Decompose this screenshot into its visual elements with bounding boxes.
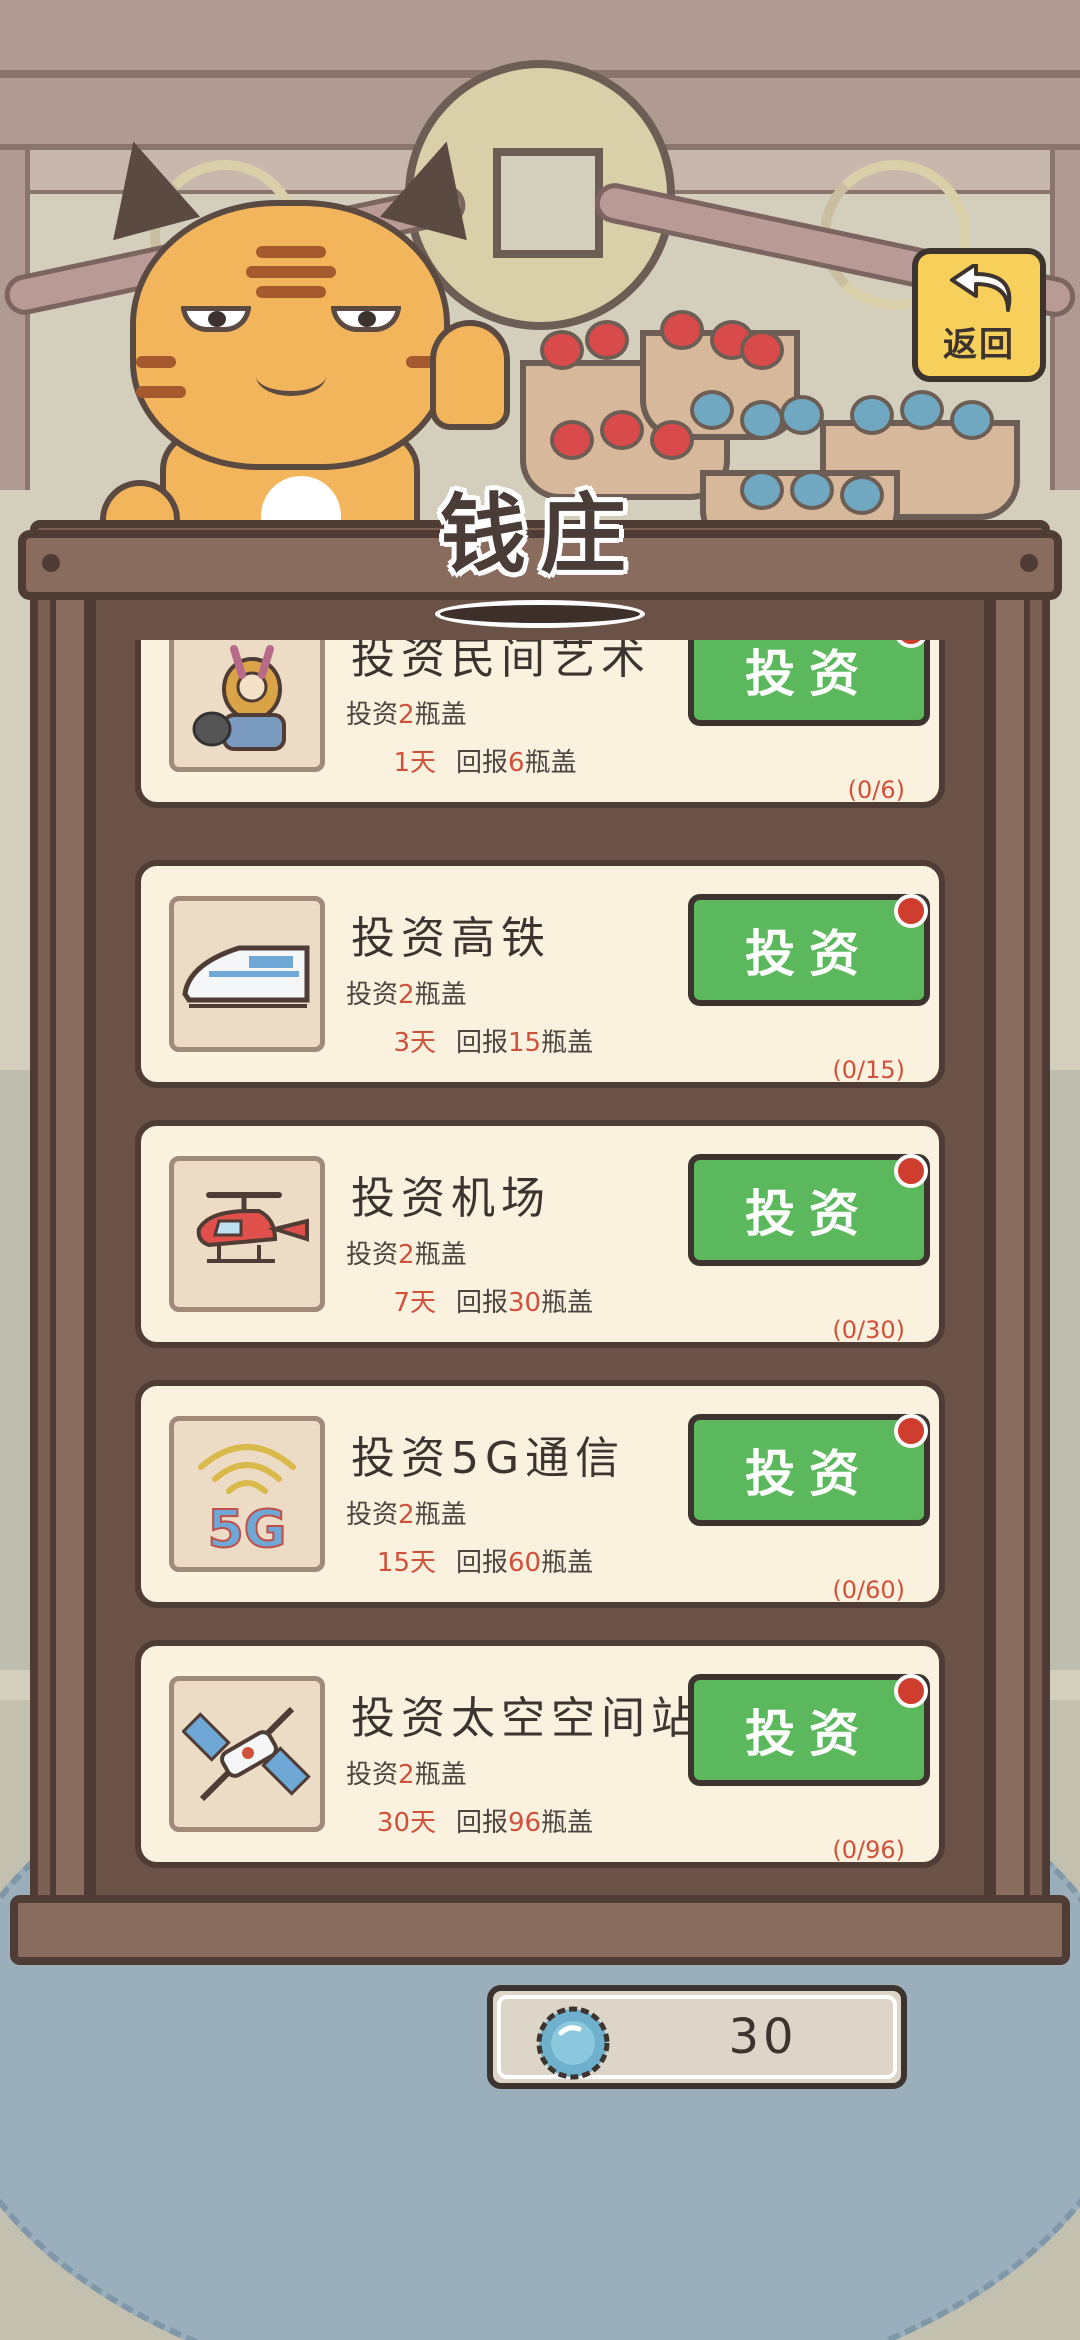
board-rail-left bbox=[50, 590, 90, 1910]
investment-duration: 30天 bbox=[376, 1808, 436, 1838]
bottle-cap-count: 30 bbox=[728, 2009, 798, 2065]
investment-cost: 投资2瓶盖 bbox=[346, 1500, 467, 1530]
investment-cost: 投资2瓶盖 bbox=[346, 980, 467, 1010]
investment-progress: (0/96) bbox=[832, 1836, 905, 1864]
investment-progress: (0/30) bbox=[832, 1316, 905, 1344]
investment-title: 投资民间艺术 bbox=[351, 640, 651, 684]
invest-button-label: 投资 bbox=[745, 1705, 873, 1763]
notification-dot bbox=[894, 1154, 928, 1188]
investment-reward: 回报30瓶盖 bbox=[456, 1288, 594, 1318]
notification-dot bbox=[894, 1414, 928, 1448]
invest-button-label: 投资 bbox=[745, 1185, 873, 1243]
investment-reward: 回报96瓶盖 bbox=[456, 1808, 594, 1838]
investment-reward: 回报15瓶盖 bbox=[456, 1028, 594, 1058]
title-decoration bbox=[435, 600, 645, 628]
investment-card-5g: 5G 投资5G通信 投资2瓶盖 15天 回报60瓶盖 (0/60) 投资 bbox=[135, 1380, 945, 1608]
investment-reward: 回报6瓶盖 bbox=[456, 748, 577, 778]
board-rail-right bbox=[990, 590, 1030, 1910]
investment-cost: 投资2瓶盖 bbox=[346, 1760, 467, 1790]
investment-cost: 投资2瓶盖 bbox=[346, 1240, 467, 1270]
invest-button-label: 投资 bbox=[745, 1445, 873, 1503]
invest-button-airport[interactable]: 投资 bbox=[688, 1154, 930, 1266]
page-title: 钱庄 bbox=[440, 485, 640, 585]
invest-button-space-station[interactable]: 投资 bbox=[688, 1674, 930, 1786]
invest-button-5g[interactable]: 投资 bbox=[688, 1414, 930, 1526]
space-station-icon bbox=[169, 1676, 325, 1832]
investment-title: 投资太空空间站 bbox=[351, 1693, 701, 1744]
investment-progress: (0/60) bbox=[832, 1576, 905, 1604]
invest-button-high-speed-rail[interactable]: 投资 bbox=[688, 894, 930, 1006]
bottle-cap-icon bbox=[536, 2006, 610, 2080]
investment-title: 投资机场 bbox=[351, 1173, 551, 1224]
notification-dot bbox=[894, 894, 928, 928]
back-button[interactable]: 返回 bbox=[912, 248, 1046, 382]
investment-cost: 投资2瓶盖 bbox=[346, 700, 467, 730]
notification-dot bbox=[894, 1674, 928, 1708]
left-post bbox=[0, 150, 30, 490]
5g-signal-icon: 5G bbox=[169, 1416, 325, 1572]
board-bottom-rail bbox=[10, 1895, 1070, 1965]
investment-card-folk-art: 投资民间艺术 投资2瓶盖 1天 回报6瓶盖 (0/6) 投资 bbox=[135, 640, 945, 808]
investment-card-space-station: 投资太空空间站 投资2瓶盖 30天 回报96瓶盖 (0/96) 投资 bbox=[135, 1640, 945, 1868]
investment-duration: 1天 bbox=[393, 748, 436, 778]
high-speed-train-icon bbox=[169, 896, 325, 1052]
investment-duration: 3天 bbox=[393, 1028, 436, 1058]
invest-button-label: 投资 bbox=[745, 925, 873, 983]
back-label: 返回 bbox=[943, 325, 1015, 365]
investment-progress: (0/6) bbox=[847, 776, 905, 804]
investment-title: 投资5G通信 bbox=[351, 1433, 626, 1484]
investment-duration: 7天 bbox=[393, 1288, 436, 1318]
svg-text:5G: 5G bbox=[208, 1500, 287, 1559]
investment-card-airport: 投资机场 投资2瓶盖 7天 回报30瓶盖 (0/30) 投资 bbox=[135, 1120, 945, 1348]
bottle-cap-balance: 30 bbox=[487, 1985, 907, 2089]
right-post bbox=[1050, 150, 1080, 490]
back-arrow-icon bbox=[950, 264, 1012, 312]
helicopter-icon bbox=[169, 1156, 325, 1312]
investment-reward: 回报60瓶盖 bbox=[456, 1548, 594, 1578]
investment-list[interactable]: 投资民间艺术 投资2瓶盖 1天 回报6瓶盖 (0/6) 投资 投资高铁 投资2瓶… bbox=[130, 640, 950, 1880]
investment-duration: 15天 bbox=[376, 1548, 436, 1578]
notification-dot bbox=[894, 640, 928, 648]
investment-progress: (0/15) bbox=[832, 1056, 905, 1084]
invest-button-label: 投资 bbox=[745, 645, 873, 703]
invest-button-folk-art[interactable]: 投资 bbox=[688, 640, 930, 726]
folk-art-icon bbox=[169, 640, 325, 772]
investment-card-high-speed-rail: 投资高铁 投资2瓶盖 3天 回报15瓶盖 (0/15) 投资 bbox=[135, 860, 945, 1088]
investment-title: 投资高铁 bbox=[351, 913, 551, 964]
